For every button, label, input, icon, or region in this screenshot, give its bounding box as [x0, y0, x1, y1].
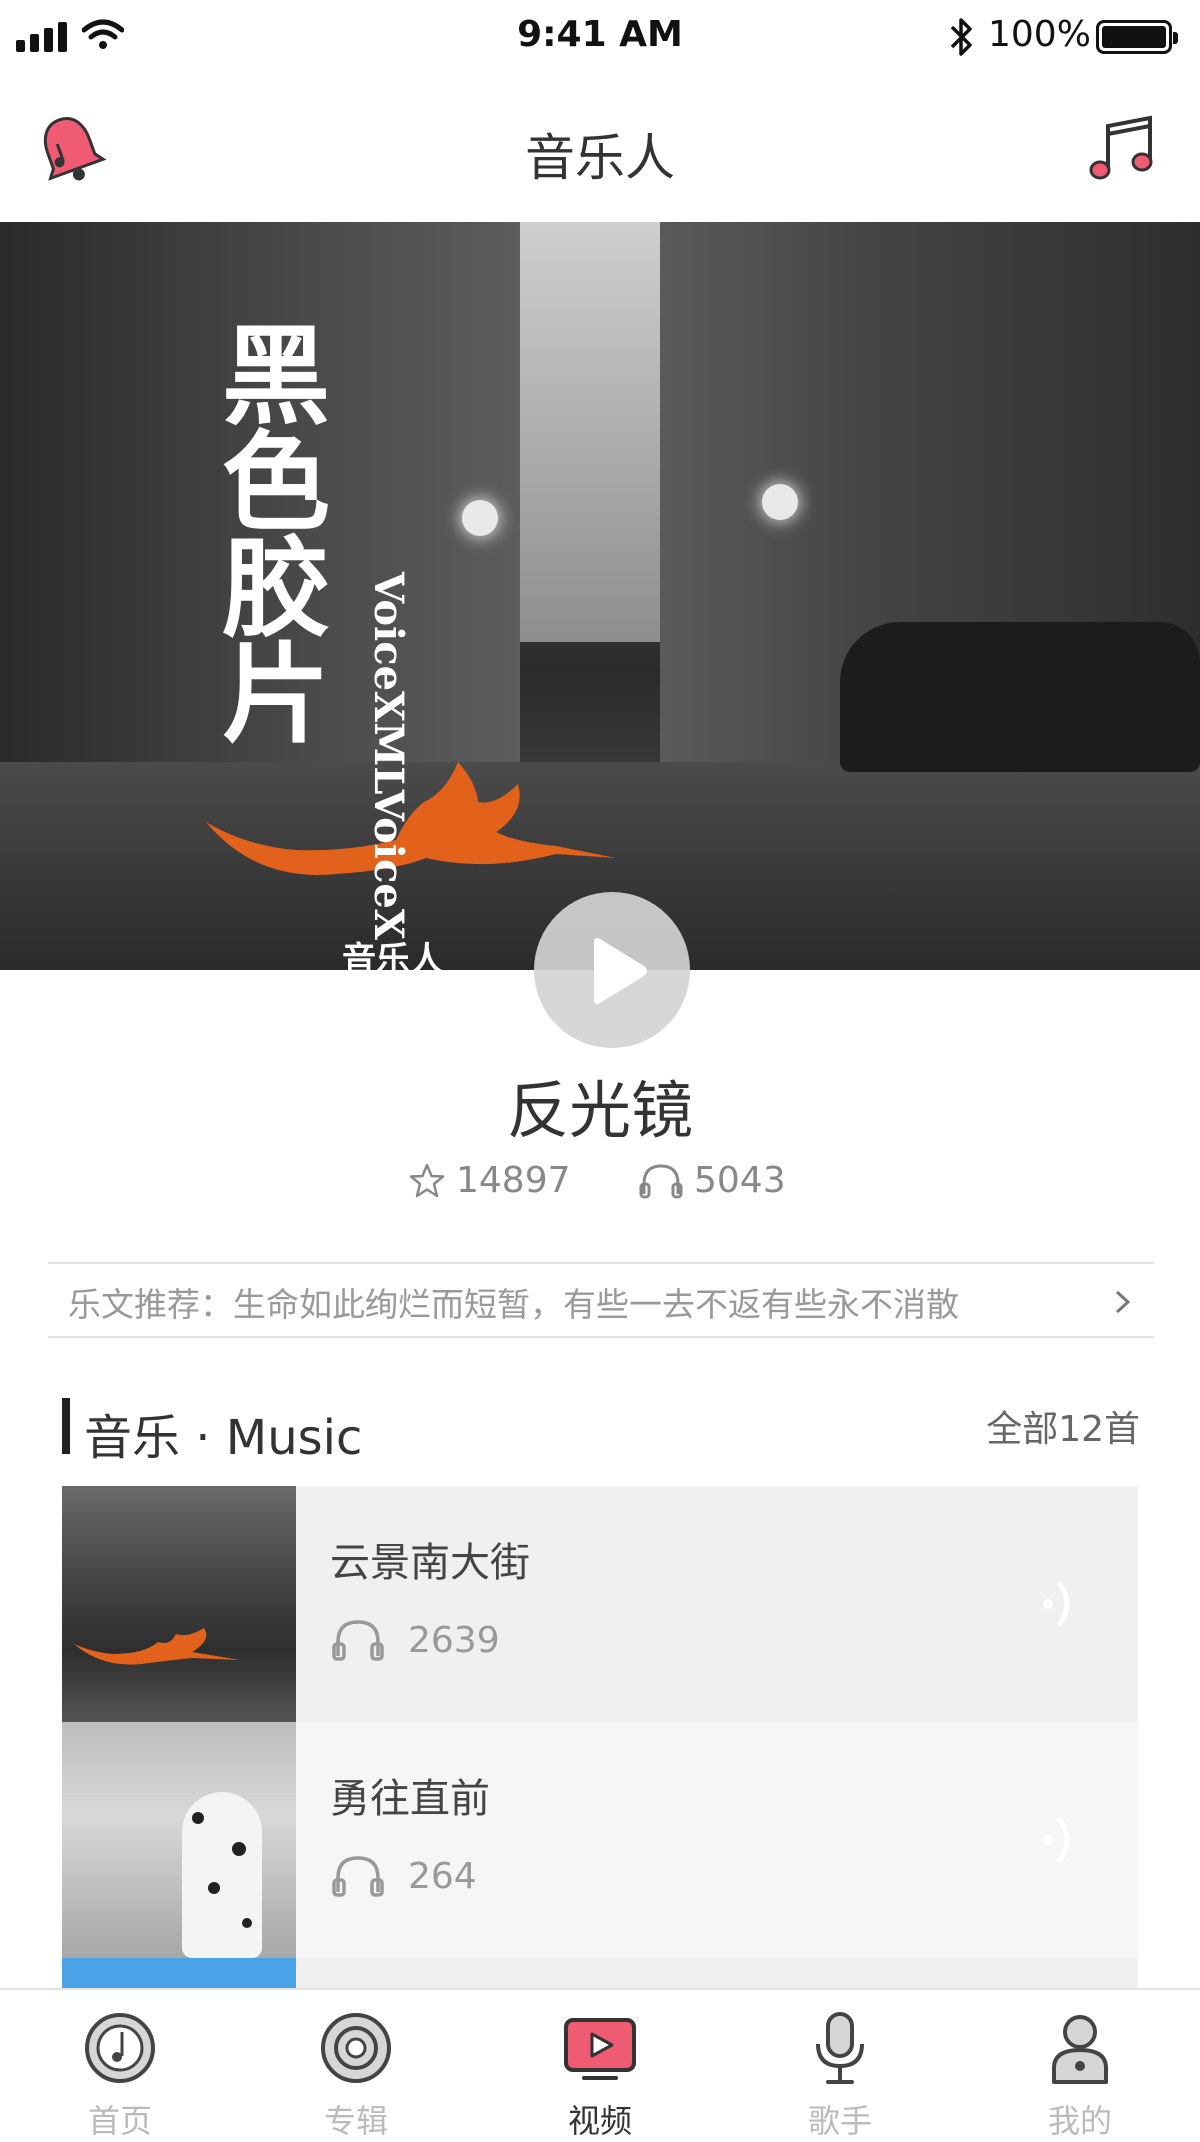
hero-banner[interactable]: 黑色胶片 VoiceXMLVoiceX 音乐人 [0, 222, 1200, 970]
song-name: 云景南大街 [330, 1540, 530, 1586]
headphones-icon [332, 1620, 384, 1661]
tab-home[interactable]: 首页 [40, 2010, 200, 2142]
music-disc-icon [85, 2013, 155, 2083]
song-thumbnail [62, 1722, 296, 1958]
vinyl-icon [321, 2013, 391, 2083]
chevron-right-icon [1115, 1290, 1131, 1314]
song-title: 反光镜 [506, 1074, 693, 1147]
page-title: 音乐人 [525, 129, 675, 187]
song-thumbnail [62, 1486, 296, 1722]
sound-icon[interactable] [1038, 1810, 1078, 1870]
user-icon [1052, 2015, 1108, 2084]
battery-icon [1096, 20, 1178, 54]
list-item[interactable]: 勇往直前 264 [62, 1722, 1138, 1958]
battery-percent: 100% [988, 14, 1091, 55]
song-name: 勇往直前 [330, 1776, 490, 1822]
tab-video[interactable]: 视频 [520, 2010, 680, 2142]
sound-icon[interactable] [1038, 1574, 1078, 1634]
tab-label: 我的 [1047, 2102, 1112, 2140]
tab-label: 首页 [87, 2102, 152, 2140]
play-count: 264 [330, 1854, 477, 1898]
video-play-icon [564, 2018, 636, 2080]
hero-vertical-text: VoiceXMLVoiceX [365, 572, 412, 940]
recommendation-text: 乐文推荐：生命如此绚烂而短暂，有些一去不返有些永不消散 [68, 1285, 959, 1324]
song-stats: 14897 5043 [0, 1160, 1200, 1210]
tab-label: 专辑 [323, 2102, 388, 2140]
tab-singer[interactable]: 歌手 [760, 2010, 920, 2142]
tab-bar: 首页 专辑 视频 歌手 我的 [0, 1988, 1200, 2142]
headphones-icon [639, 1163, 683, 1198]
song-thumbnail [62, 1958, 296, 1988]
list-item[interactable]: 云景南大街 2639 [62, 1486, 1138, 1722]
music-note-icon[interactable] [1080, 110, 1160, 190]
favorite-count[interactable]: 14897 [408, 1160, 571, 1201]
microphone-icon [816, 2012, 864, 2084]
play-button[interactable] [534, 892, 690, 1048]
play-count: 2639 [330, 1618, 500, 1662]
headphones-icon [332, 1856, 384, 1897]
view-all-link[interactable]: 全部12首 [986, 1400, 1140, 1452]
bluetooth-icon [950, 18, 972, 56]
car-image [840, 622, 1200, 772]
recommendation-bar[interactable]: 乐文推荐：生命如此绚烂而短暂，有些一去不返有些永不消散 [48, 1262, 1154, 1338]
music-section-header: 音乐 · Music 全部12首 [62, 1396, 1140, 1466]
tab-label: 歌手 [807, 2102, 872, 2140]
song-list: 云景南大街 2639 勇往直前 264 [62, 1486, 1138, 1988]
nav-bar: 音乐人 [0, 72, 1200, 222]
tab-label: 视频 [567, 2102, 632, 2140]
star-icon [409, 1163, 445, 1197]
hero-title: 黑色胶片 [222, 314, 331, 758]
status-bar: 9:41 AM 100% [0, 0, 1200, 72]
tab-album[interactable]: 专辑 [276, 2010, 436, 2142]
listen-count: 5043 [638, 1160, 786, 1201]
tab-mine[interactable]: 我的 [1000, 2010, 1160, 2142]
hero-subtitle: 音乐人 [342, 940, 444, 970]
list-item[interactable] [62, 1958, 1138, 1988]
play-icon [594, 938, 647, 1004]
section-title: 音乐 · Music [84, 1410, 363, 1466]
